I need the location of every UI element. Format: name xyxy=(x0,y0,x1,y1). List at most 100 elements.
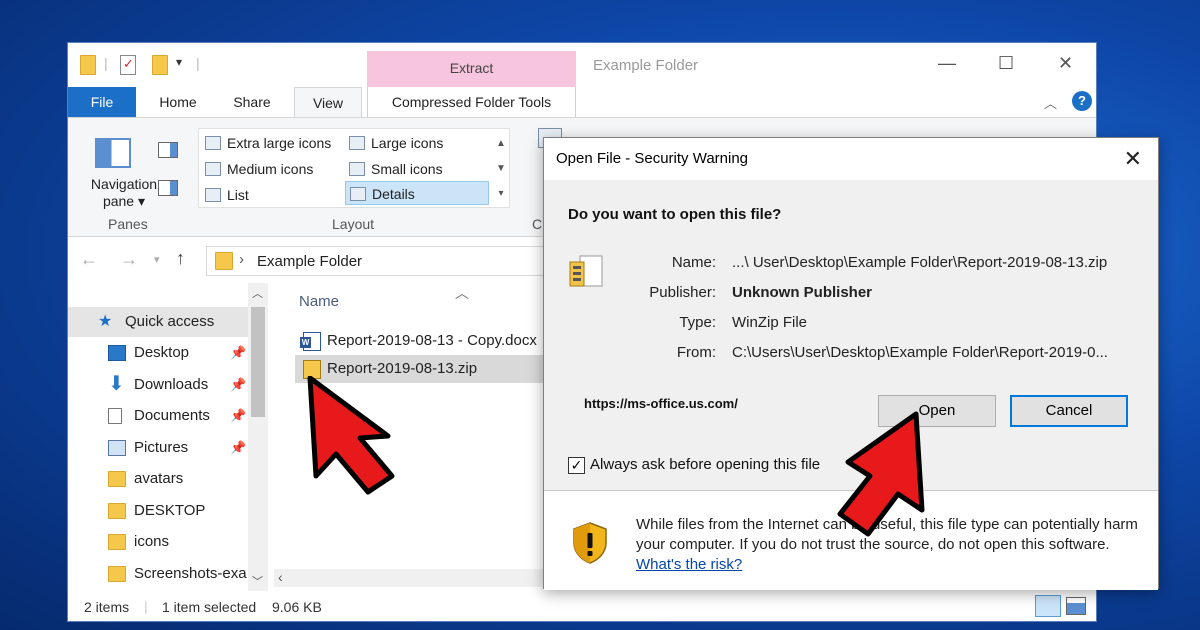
back-arrow-icon[interactable]: ← xyxy=(80,249,98,270)
qat-separator: | xyxy=(104,55,108,71)
scroll-left-icon[interactable]: ‹ xyxy=(278,569,283,585)
layout-gallery: Extra large icons Large icons Medium ico… xyxy=(198,128,510,208)
maximize-icon[interactable]: ☐ xyxy=(998,53,1014,74)
layout-medium-icons[interactable]: Medium icons xyxy=(201,157,343,181)
status-bar: 2 items | 1 item selected 9.06 KB xyxy=(68,593,1096,621)
layout-item-label: Medium icons xyxy=(227,161,314,177)
layout-small-icons[interactable]: Small icons xyxy=(345,157,487,181)
pin-icon[interactable]: 📌 xyxy=(230,338,246,368)
name-value: ...\ User\Desktop\Example Folder\Report-… xyxy=(732,254,1108,271)
file-row-docx[interactable]: W Report-2019-08-13 - Copy.docx xyxy=(295,327,555,355)
nav-item-label: Screenshots-exa xyxy=(134,565,247,582)
collapse-ribbon-icon[interactable]: ︿ xyxy=(1044,93,1057,112)
preview-pane-icon[interactable] xyxy=(158,142,178,158)
whats-the-risk-link[interactable]: What's the risk? xyxy=(636,556,742,573)
from-value: C:\Users\User\Desktop\Example Folder\Rep… xyxy=(732,344,1108,361)
pin-icon[interactable]: 📌 xyxy=(230,433,246,463)
red-arrow-annotation-open xyxy=(837,411,925,537)
forward-arrow-icon[interactable]: → xyxy=(120,249,138,270)
navigation-pane-label: Navigation pane xyxy=(90,176,158,209)
pin-icon[interactable]: 📌 xyxy=(230,370,246,400)
layout-extra-large-icons[interactable]: Extra large icons xyxy=(201,131,343,155)
folder-icon[interactable] xyxy=(80,55,96,75)
close-icon[interactable]: ✕ xyxy=(1058,53,1073,74)
layout-item-label: List xyxy=(227,187,249,203)
large-icons-view-icon[interactable] xyxy=(1066,597,1086,615)
scrollbar-thumb[interactable] xyxy=(251,307,265,417)
nav-item-label: Downloads xyxy=(134,376,209,393)
documents-icon xyxy=(108,408,122,424)
help-icon[interactable]: ? xyxy=(1072,91,1092,111)
folder-icon xyxy=(108,534,126,550)
tab-view[interactable]: View xyxy=(294,87,362,118)
layout-details[interactable]: Details xyxy=(345,181,489,205)
nav-item-label: Quick access xyxy=(125,313,215,330)
nav-item-quick-access[interactable]: ★ Quick access xyxy=(68,307,248,337)
source-url: https://ms-office.us.com/ xyxy=(584,396,738,411)
sort-ascending-icon: ︿ xyxy=(455,285,469,301)
ribbon-tabs: File Home Share View Compressed Folder T… xyxy=(68,87,1096,118)
nav-item-pictures[interactable]: Pictures 📌 xyxy=(68,433,248,463)
details-pane-icon[interactable] xyxy=(158,180,178,196)
nav-item-avatars[interactable]: avatars xyxy=(68,464,248,494)
status-item-count: 2 items xyxy=(84,599,130,615)
qat-dropdown-icon[interactable]: ▾ xyxy=(176,55,182,69)
dialog-question: Do you want to open this file? xyxy=(568,206,782,223)
close-icon[interactable]: ✕ xyxy=(1124,146,1142,172)
column-header-name[interactable]: Name xyxy=(299,293,339,310)
file-name: Report-2019-08-13 - Copy.docx xyxy=(327,332,537,349)
layout-large-icons[interactable]: Large icons xyxy=(345,131,487,155)
up-arrow-icon[interactable]: ↑ xyxy=(176,248,185,269)
publisher-value: Unknown Publisher xyxy=(732,284,873,301)
current-view-group-label: C xyxy=(532,216,543,232)
type-label: Type: xyxy=(679,314,716,331)
dialog-titlebar: Open File - Security Warning ✕ xyxy=(544,138,1158,180)
scroll-up-icon[interactable]: ︿ xyxy=(252,285,263,301)
panes-group-label: Panes xyxy=(108,216,148,232)
large-icons-icon xyxy=(349,136,365,150)
nav-item-desktop[interactable]: Desktop 📌 xyxy=(68,338,248,368)
minimize-icon[interactable]: — xyxy=(938,53,956,74)
address-path-field[interactable]: › Example Folder xyxy=(206,246,566,276)
nav-item-label: Documents xyxy=(134,407,210,424)
nav-pane-scrollbar[interactable]: ︿ ﹀ xyxy=(248,283,268,591)
layout-scroll-arrows[interactable]: ▲ ▼ ▾ xyxy=(493,131,509,207)
breadcrumb-chevron-icon[interactable]: › xyxy=(239,251,244,268)
tab-compressed-folder-tools[interactable]: Compressed Folder Tools xyxy=(367,87,576,117)
dialog-title: Open File - Security Warning xyxy=(556,150,749,167)
layout-group-label: Layout xyxy=(332,216,375,232)
recent-locations-icon[interactable]: ▾ xyxy=(154,253,160,266)
tab-file[interactable]: File xyxy=(68,87,136,117)
navigation-pane: ★ Quick access Desktop 📌 ⬇ Downloads 📌 Docu… xyxy=(68,283,270,591)
nav-item-downloads[interactable]: ⬇ Downloads 📌 xyxy=(68,370,248,400)
small-icons-icon xyxy=(349,162,365,176)
scroll-down-icon[interactable]: ﹀ xyxy=(252,573,263,589)
file-list-horizontal-scrollbar[interactable]: ‹ xyxy=(274,569,564,587)
details-icon xyxy=(350,187,366,201)
tab-home[interactable]: Home xyxy=(146,87,210,117)
pin-icon[interactable]: 📌 xyxy=(230,401,246,431)
details-view-icon[interactable] xyxy=(1035,595,1061,617)
layout-list[interactable]: List xyxy=(201,183,343,207)
nav-item-documents[interactable]: Documents 📌 xyxy=(68,401,248,431)
always-ask-label[interactable]: Always ask before opening this file xyxy=(590,456,820,473)
properties-icon[interactable]: ✓ xyxy=(120,55,136,75)
nav-item-label: avatars xyxy=(134,470,184,487)
tab-share[interactable]: Share xyxy=(220,87,284,117)
nav-item-label: Pictures xyxy=(134,439,189,456)
pictures-icon xyxy=(108,440,126,456)
file-name: Report-2019-08-13.zip xyxy=(327,360,478,377)
breadcrumb[interactable]: Example Folder xyxy=(257,253,362,270)
extract-context-tab[interactable]: Extract xyxy=(367,51,576,89)
navigation-pane-icon[interactable] xyxy=(95,138,131,168)
nav-item-icons[interactable]: icons xyxy=(68,527,248,557)
nav-item-desktop-folder[interactable]: DESKTOP xyxy=(68,496,248,526)
nav-item-label: icons xyxy=(134,533,170,550)
nav-item-label: Desktop xyxy=(134,344,190,361)
always-ask-checkbox[interactable]: ✓ xyxy=(568,457,585,474)
status-divider: | xyxy=(144,598,148,614)
cancel-button[interactable]: Cancel xyxy=(1010,395,1128,427)
nav-item-screenshots[interactable]: Screenshots-exa xyxy=(68,559,248,589)
shield-warning-icon xyxy=(572,521,608,565)
new-folder-icon[interactable] xyxy=(152,55,168,75)
